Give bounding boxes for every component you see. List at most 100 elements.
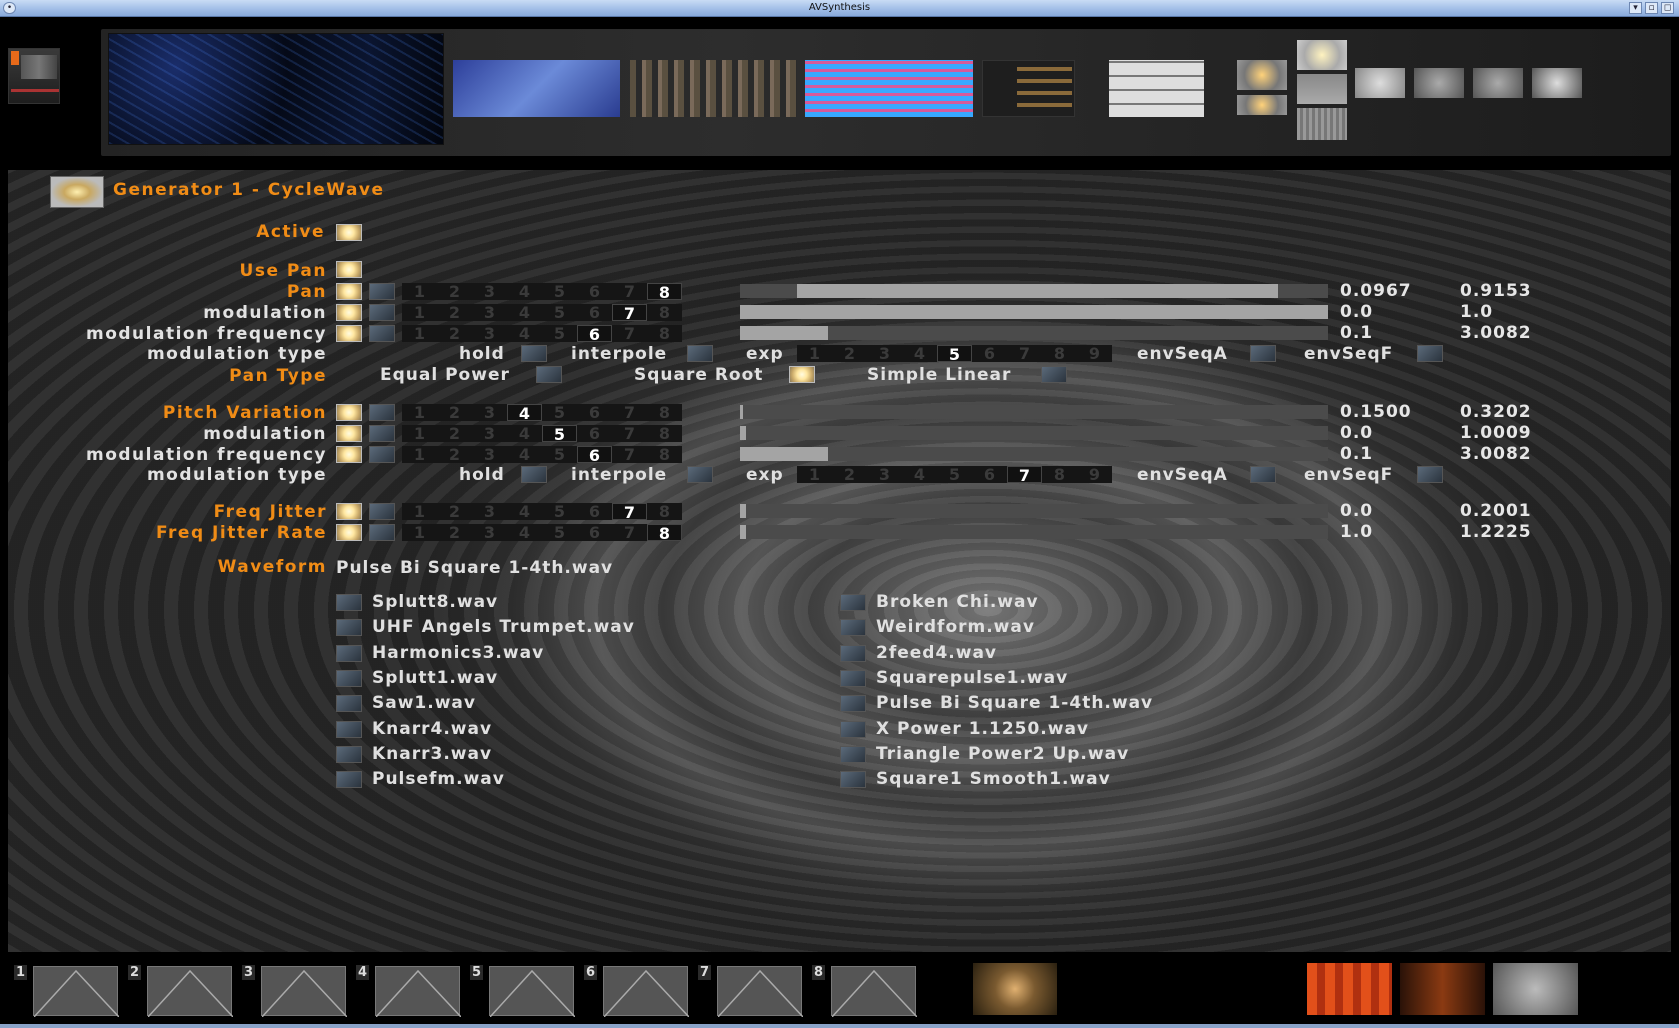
pan-modulation-frequency-channel-8[interactable]: 8	[647, 325, 682, 342]
waveform-list-item[interactable]: Harmonics3.wav	[372, 643, 544, 663]
pan-modulation-frequency-channel-7[interactable]: 7	[612, 325, 647, 342]
waveform-list-item[interactable]: Squarepulse1.wav	[876, 668, 1068, 688]
pitch-variation-channel-selector[interactable]: 12345678	[402, 404, 682, 422]
parameter-panel-thumbnail[interactable]	[982, 60, 1075, 117]
output-thumbnail-2[interactable]	[1400, 963, 1485, 1015]
simple-linear-radio[interactable]	[1041, 366, 1067, 383]
pan-modulation-toggle[interactable]	[336, 304, 362, 321]
pan-mode-button[interactable]	[369, 283, 395, 300]
pan-exp-9[interactable]: 9	[1077, 345, 1112, 362]
waveform-select-button[interactable]	[336, 720, 362, 738]
pitch-modulation-channel-6[interactable]: 6	[577, 425, 612, 442]
pitch-exp-5[interactable]: 5	[937, 466, 972, 483]
preset-slot-4[interactable]	[375, 966, 462, 1018]
pitch-modulation-frequency-range-slider[interactable]	[740, 447, 1328, 461]
waveform-list-item[interactable]: Pulsefm.wav	[372, 769, 505, 789]
pitch-modulation-frequency-channel-selector[interactable]: 12345678	[402, 446, 682, 464]
pan-modulation-frequency-channel-1[interactable]: 1	[402, 325, 437, 342]
pitch-exp-7[interactable]: 7	[1007, 466, 1042, 484]
pan-channel-5[interactable]: 5	[542, 283, 577, 300]
pan-channel-4[interactable]: 4	[507, 283, 542, 300]
freq-jitter-rate-channel-3[interactable]: 3	[472, 524, 507, 541]
waveform-select-button[interactable]	[840, 745, 866, 763]
pan-modulation-frequency-mode-button[interactable]	[369, 325, 395, 342]
pan-exp-4[interactable]: 4	[902, 345, 937, 362]
pitch-exp-3[interactable]: 3	[867, 466, 902, 483]
pitch-modulation-channel-3[interactable]: 3	[472, 425, 507, 442]
pitch-modulation-frequency-channel-6[interactable]: 6	[577, 446, 612, 464]
waveform-list-item[interactable]: Weirdform.wav	[876, 617, 1035, 637]
freq-jitter-channel-6[interactable]: 6	[577, 503, 612, 520]
pan-modulation-channel-8[interactable]: 8	[647, 304, 682, 321]
pan-channel-3[interactable]: 3	[472, 283, 507, 300]
preset-slot-3[interactable]	[261, 966, 348, 1018]
pan-envseqf-button[interactable]	[1417, 345, 1443, 362]
pitch-envseqa-button[interactable]	[1250, 466, 1276, 483]
waveform-list-item[interactable]: Triangle Power2 Up.wav	[876, 744, 1129, 764]
pan-exp-selector[interactable]: 123456789	[797, 345, 1112, 363]
pitch-variation-mode-button[interactable]	[369, 404, 395, 421]
pan-channel-selector[interactable]: 12345678	[402, 283, 682, 301]
freq-jitter-channel-7[interactable]: 7	[612, 503, 647, 521]
galaxy-preview-thumbnail[interactable]	[973, 963, 1057, 1015]
pan-interpole-button[interactable]	[687, 345, 713, 362]
preset-slot-2[interactable]	[147, 966, 234, 1018]
pitch-exp-8[interactable]: 8	[1042, 466, 1077, 483]
pitch-envseqf-button[interactable]	[1417, 466, 1443, 483]
freq-jitter-rate-range-slider[interactable]	[740, 525, 1328, 539]
pan-modulation-frequency-toggle[interactable]	[336, 325, 362, 342]
pan-envseqa-button[interactable]	[1250, 345, 1276, 362]
pan-hold-button[interactable]	[521, 345, 547, 362]
pitch-exp-4[interactable]: 4	[902, 466, 937, 483]
freq-jitter-rate-channel-2[interactable]: 2	[437, 524, 472, 541]
waveform-select-button[interactable]	[840, 720, 866, 738]
pitch-modulation-frequency-toggle[interactable]	[336, 446, 362, 463]
waveform-list-item[interactable]: X Power 1.1250.wav	[876, 719, 1089, 739]
freq-jitter-rate-channel-4[interactable]: 4	[507, 524, 542, 541]
preset-slot-7[interactable]	[717, 966, 804, 1018]
pan-exp-3[interactable]: 3	[867, 345, 902, 362]
pitch-modulation-frequency-channel-4[interactable]: 4	[507, 446, 542, 463]
restore-icon[interactable]: ◻	[1661, 2, 1674, 14]
pan-modulation-frequency-channel-selector[interactable]: 12345678	[402, 325, 682, 343]
pan-channel-6[interactable]: 6	[577, 283, 612, 300]
pitch-modulation-channel-selector[interactable]: 12345678	[402, 425, 682, 443]
pan-modulation-frequency-channel-4[interactable]: 4	[507, 325, 542, 342]
pitch-interpole-button[interactable]	[687, 466, 713, 483]
window-title-bar[interactable]: • AVSynthesis ▾ ▫ ◻	[0, 0, 1679, 17]
pitch-modulation-channel-7[interactable]: 7	[612, 425, 647, 442]
pan-exp-2[interactable]: 2	[832, 345, 867, 362]
freq-jitter-rate-toggle[interactable]	[336, 524, 362, 541]
waveform-list-item[interactable]: Knarr3.wav	[372, 744, 492, 764]
pitch-modulation-channel-2[interactable]: 2	[437, 425, 472, 442]
pitch-modulation-channel-5[interactable]: 5	[542, 425, 577, 443]
pitch-modulation-channel-4[interactable]: 4	[507, 425, 542, 442]
freq-jitter-channel-1[interactable]: 1	[402, 503, 437, 520]
waveform-list-item[interactable]: UHF Angels Trumpet.wav	[372, 617, 635, 637]
pan-channel-7[interactable]: 7	[612, 283, 647, 300]
waveform-select-button[interactable]	[336, 644, 362, 662]
waveform-select-button[interactable]	[336, 695, 362, 713]
mini-preview-thumbnail[interactable]	[8, 48, 60, 104]
preset-slot-6[interactable]	[603, 966, 690, 1018]
waveform-list-item[interactable]: 2feed4.wav	[876, 643, 997, 663]
pitch-modulation-frequency-channel-1[interactable]: 1	[402, 446, 437, 463]
pitch-modulation-frequency-channel-5[interactable]: 5	[542, 446, 577, 463]
waveform-select-button[interactable]	[336, 745, 362, 763]
pitch-modulation-frequency-channel-3[interactable]: 3	[472, 446, 507, 463]
pitch-variation-channel-2[interactable]: 2	[437, 404, 472, 421]
active-toggle[interactable]	[336, 224, 362, 241]
pan-modulation-frequency-range-slider[interactable]	[740, 326, 1328, 340]
pitch-variation-channel-5[interactable]: 5	[542, 404, 577, 421]
freq-jitter-channel-8[interactable]: 8	[647, 503, 682, 520]
freq-jitter-rate-channel-7[interactable]: 7	[612, 524, 647, 541]
minimize-icon[interactable]: ▾	[1629, 2, 1642, 14]
pan-modulation-channel-7[interactable]: 7	[612, 304, 647, 322]
pan-modulation-mode-button[interactable]	[369, 304, 395, 321]
pan-modulation-channel-5[interactable]: 5	[542, 304, 577, 321]
pan-channel-1[interactable]: 1	[402, 283, 437, 300]
pitch-variation-channel-1[interactable]: 1	[402, 404, 437, 421]
pan-modulation-range-slider[interactable]	[740, 305, 1328, 319]
pan-channel-8[interactable]: 8	[647, 283, 682, 301]
freq-jitter-range-slider[interactable]	[740, 504, 1328, 518]
